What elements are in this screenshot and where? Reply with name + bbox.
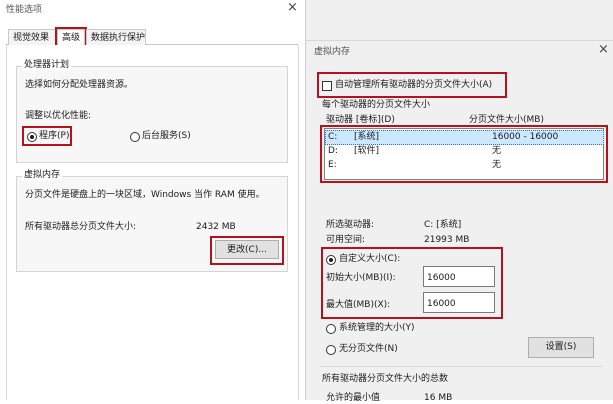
- tab-label: 数据执行保护: [91, 33, 146, 43]
- min-allowed-label: 允许的最小值: [326, 393, 381, 403]
- window-title: 性能选项: [6, 5, 43, 15]
- processor-description: 选择如何分配处理器资源。: [25, 80, 134, 90]
- system-managed-label[interactable]: 系统管理的大小(Y): [339, 322, 415, 334]
- group-title: 所有驱动器分页文件大小的总数: [322, 374, 449, 384]
- system-managed-radio[interactable]: [326, 324, 336, 334]
- group-title: 虚拟内存: [22, 169, 63, 181]
- no-paging-file-label[interactable]: 无分页文件(N): [339, 343, 398, 355]
- group-title: 处理器计划: [22, 59, 72, 71]
- tab-visual-effects[interactable]: 视觉效果: [8, 29, 56, 45]
- group-title: 每个驱动器的分页文件大小: [322, 100, 431, 110]
- performance-options-window: 性能选项 × 视觉效果 高级 数据执行保护 处理器计划 选择如何分配处理器资源。…: [0, 0, 304, 400]
- selected-drive-value: C: [系统]: [424, 220, 462, 230]
- no-paging-file-radio[interactable]: [326, 345, 336, 355]
- background-services-radio[interactable]: [130, 132, 140, 142]
- set-button[interactable]: 设置(S): [528, 337, 594, 358]
- free-space-label: 可用空间:: [326, 235, 366, 245]
- tab-label: 视觉效果: [13, 33, 50, 43]
- adjust-label: 调整以优化性能:: [25, 111, 92, 121]
- highlight-box: [317, 72, 507, 98]
- total-paging-value: 2432 MB: [196, 222, 236, 232]
- highlight-box: [22, 126, 72, 146]
- divider: [306, 40, 613, 41]
- highlight-box: [321, 247, 503, 319]
- virtual-memory-dialog: 虚拟内存 × 自动管理所有驱动器的分页文件大小(A) 每个驱动器的分页文件大小 …: [305, 0, 613, 403]
- min-allowed-value: 16 MB: [424, 393, 453, 403]
- close-icon[interactable]: ×: [287, 1, 298, 15]
- selected-drive-label: 所选驱动器:: [326, 220, 375, 230]
- highlight-box: [320, 125, 608, 183]
- free-space-value: 21993 MB: [424, 235, 470, 245]
- tab-data-execution-prevention[interactable]: 数据执行保护: [86, 29, 146, 45]
- dialog-title: 虚拟内存: [314, 47, 351, 57]
- total-paging-label: 所有驱动器总分页文件大小:: [25, 222, 137, 232]
- divider: [320, 366, 602, 367]
- background-services-radio-label[interactable]: 后台服务(S): [142, 130, 191, 142]
- highlight-box: [210, 236, 284, 265]
- set-button-label: 设置(S): [545, 342, 577, 352]
- virtual-memory-description: 分页文件是硬盘上的一块区域，Windows 当作 RAM 使用。: [25, 190, 265, 200]
- close-icon[interactable]: ×: [598, 43, 609, 57]
